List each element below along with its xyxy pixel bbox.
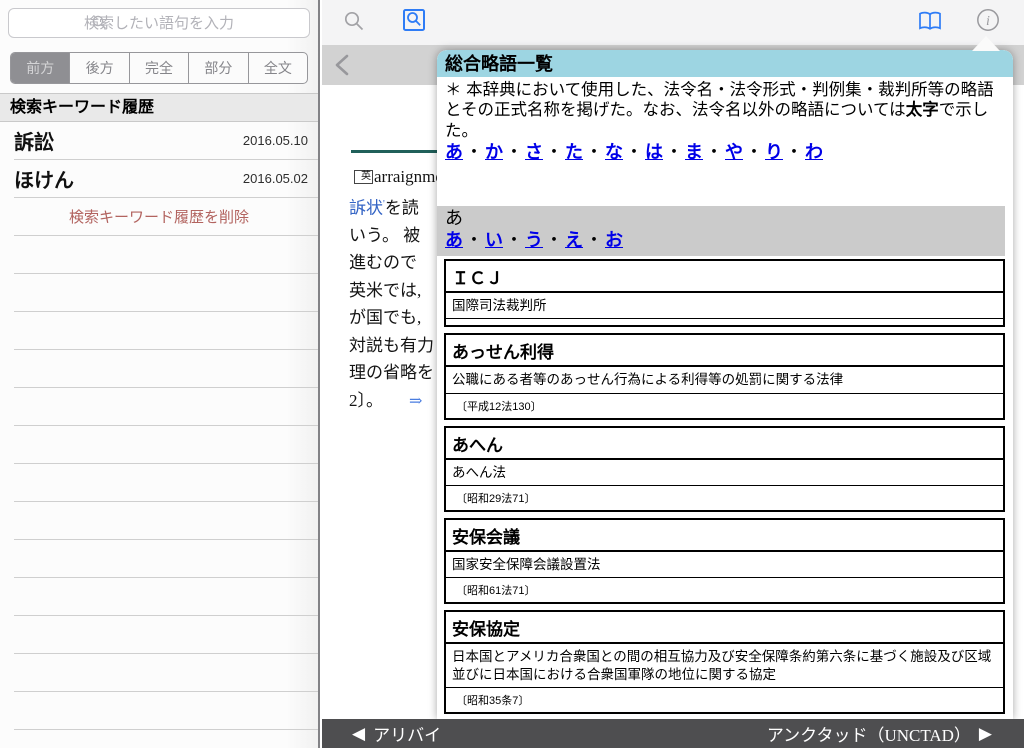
- entry-definition: 国際司法裁判所: [446, 293, 1003, 319]
- history-empty-row: [14, 464, 318, 502]
- index-link-a[interactable]: あ: [445, 142, 463, 162]
- segment-partial-match[interactable]: 部分: [189, 53, 248, 83]
- history-empty-row: [14, 540, 318, 578]
- clear-history-button[interactable]: 検索キーワード履歴を削除: [14, 198, 318, 236]
- index-link-ri[interactable]: り: [765, 142, 783, 162]
- sub-link-e[interactable]: え: [565, 230, 583, 250]
- entry-citation: 〔昭和61法71〕: [446, 578, 1003, 602]
- jump-arrow-icon[interactable]: ⇒: [409, 393, 422, 410]
- sub-link-i[interactable]: い: [485, 230, 503, 250]
- entry-citation: 〔平成12法130〕: [446, 394, 1003, 418]
- index-link-sa[interactable]: さ: [525, 142, 543, 162]
- popover-title: 総合略語一覧: [437, 50, 1013, 77]
- history-keyword: ほけん: [14, 164, 74, 193]
- search-icon: [92, 15, 107, 35]
- search-icon[interactable]: [344, 11, 365, 37]
- abbreviation-entry: あっせん利得 公職にある者等のあっせん行為による利得等の処罰に関する法律 〔平成…: [444, 333, 1005, 419]
- back-chevron-icon[interactable]: [332, 53, 356, 82]
- find-on-page-icon[interactable]: [402, 8, 426, 37]
- history-empty-row: [14, 692, 318, 730]
- index-link-ha[interactable]: は: [645, 142, 663, 162]
- abbreviation-entry: 安保会議 国家安全保障会議設置法 〔昭和61法71〕: [444, 518, 1005, 604]
- history-empty-row: [14, 502, 318, 540]
- popover-intro-text: ＊ 本辞典において使用した、法令名・法令形式・判例集・裁判所等の略語とその正式名…: [437, 77, 1013, 141]
- history-empty-row: [14, 236, 318, 274]
- segment-suffix-match[interactable]: 後方: [70, 53, 129, 83]
- history-empty-row: [14, 312, 318, 350]
- entry-term: あへん: [446, 428, 1003, 460]
- history-empty-row: [14, 616, 318, 654]
- index-link-ta[interactable]: た: [565, 142, 583, 162]
- info-icon[interactable]: i: [976, 8, 1000, 37]
- index-link-ya[interactable]: や: [725, 142, 743, 162]
- next-entry-button[interactable]: アンクタッド（UNCTAD） ▶: [767, 721, 992, 746]
- history-empty-row: [14, 350, 318, 388]
- entry-navigation-bar: ◀ アリバイ アンクタッド（UNCTAD） ▶: [322, 719, 1024, 748]
- history-empty-row: [14, 388, 318, 426]
- abbreviation-entry: あへん あへん法 〔昭和29法71〕: [444, 426, 1005, 512]
- prev-arrow-icon: ◀: [352, 725, 365, 742]
- sub-link-u[interactable]: う: [525, 230, 543, 250]
- history-row[interactable]: ほけん 2016.05.02: [14, 160, 318, 198]
- entry-term: ＩＣＪ: [446, 261, 1003, 293]
- entry-citation: 〔昭和35条7〕: [446, 688, 1003, 712]
- segment-prefix-match[interactable]: 前方: [11, 53, 70, 83]
- prev-entry-label: アリバイ: [373, 721, 441, 746]
- gojuon-index-links: あ・か・さ・た・な・は・ま・や・り・わ: [437, 141, 1013, 164]
- section-kana: あ: [445, 208, 997, 230]
- section-header-a: あ あ・い・う・え・お: [437, 206, 1005, 256]
- entry-definition: 日本国とアメリカ合衆国との間の相互協力及び安全保障条約第六条に基づく施設及び区域…: [446, 644, 1003, 688]
- popover-arrow: [972, 36, 1000, 51]
- toolbar: i: [322, 0, 1024, 45]
- next-entry-label: アンクタッド（UNCTAD）: [767, 721, 971, 746]
- abbreviation-list-popover[interactable]: 総合略語一覧 ＊ 本辞典において使用した、法令名・法令形式・判例集・裁判所等の略…: [437, 50, 1013, 719]
- section-sub-links: あ・い・う・え・お: [445, 230, 623, 250]
- main-area: i 英arraignme 訴状'を読 いう。 被 進むので 英米では, が国でも…: [322, 0, 1024, 748]
- entry-citation: 〔昭和29法71〕: [446, 486, 1003, 510]
- entry-definition: あへん法: [446, 460, 1003, 486]
- english-marker-icon: 英: [354, 170, 373, 184]
- search-input[interactable]: [8, 8, 310, 38]
- history-header: 検索キーワード履歴: [0, 93, 318, 122]
- svg-text:i: i: [986, 14, 990, 29]
- article-cross-reference-link[interactable]: 訴状: [349, 198, 383, 217]
- abbreviation-entry: 安保協定 日本国とアメリカ合衆国との間の相互協力及び安全保障条約第六条に基づく施…: [444, 610, 1005, 714]
- sub-link-a[interactable]: あ: [445, 230, 463, 250]
- book-icon[interactable]: [918, 11, 942, 37]
- history-date: 2016.05.02: [243, 171, 308, 186]
- next-arrow-icon: ▶: [979, 725, 992, 742]
- index-link-wa[interactable]: わ: [805, 142, 823, 162]
- sub-link-o[interactable]: お: [605, 230, 623, 250]
- history-empty-row: [14, 578, 318, 616]
- entry-term: 安保協定: [446, 612, 1003, 644]
- history-date: 2016.05.10: [243, 133, 308, 148]
- segment-fulltext-match[interactable]: 全文: [249, 53, 307, 83]
- search-sidebar: 前方 後方 完全 部分 全文 検索キーワード履歴 訴訟 2016.05.10 ほ…: [0, 0, 320, 748]
- entry-definition: 国家安全保障会議設置法: [446, 552, 1003, 578]
- index-link-ma[interactable]: ま: [685, 142, 703, 162]
- history-empty-row: [14, 426, 318, 464]
- entry-term: あっせん利得: [446, 335, 1003, 367]
- segment-exact-match[interactable]: 完全: [130, 53, 189, 83]
- history-row[interactable]: 訴訟 2016.05.10: [14, 122, 318, 160]
- history-empty-row: [14, 274, 318, 312]
- history-keyword: 訴訟: [14, 126, 54, 155]
- prev-entry-button[interactable]: ◀ アリバイ: [352, 721, 441, 746]
- clear-history-label: 検索キーワード履歴を削除: [69, 206, 249, 227]
- match-mode-segmented-control: 前方 後方 完全 部分 全文: [10, 52, 308, 84]
- entry-definition: 公職にある者等のあっせん行為による利得等の処罰に関する法律: [446, 367, 1003, 393]
- search-field-wrap: [8, 8, 310, 38]
- history-list: 訴訟 2016.05.10 ほけん 2016.05.02 検索キーワード履歴を削…: [0, 122, 318, 730]
- history-empty-row: [14, 654, 318, 692]
- index-link-ka[interactable]: か: [485, 142, 503, 162]
- abbreviation-entry: ＩＣＪ 国際司法裁判所: [444, 259, 1005, 327]
- entry-term: 安保会議: [446, 520, 1003, 552]
- index-link-na[interactable]: な: [605, 142, 623, 162]
